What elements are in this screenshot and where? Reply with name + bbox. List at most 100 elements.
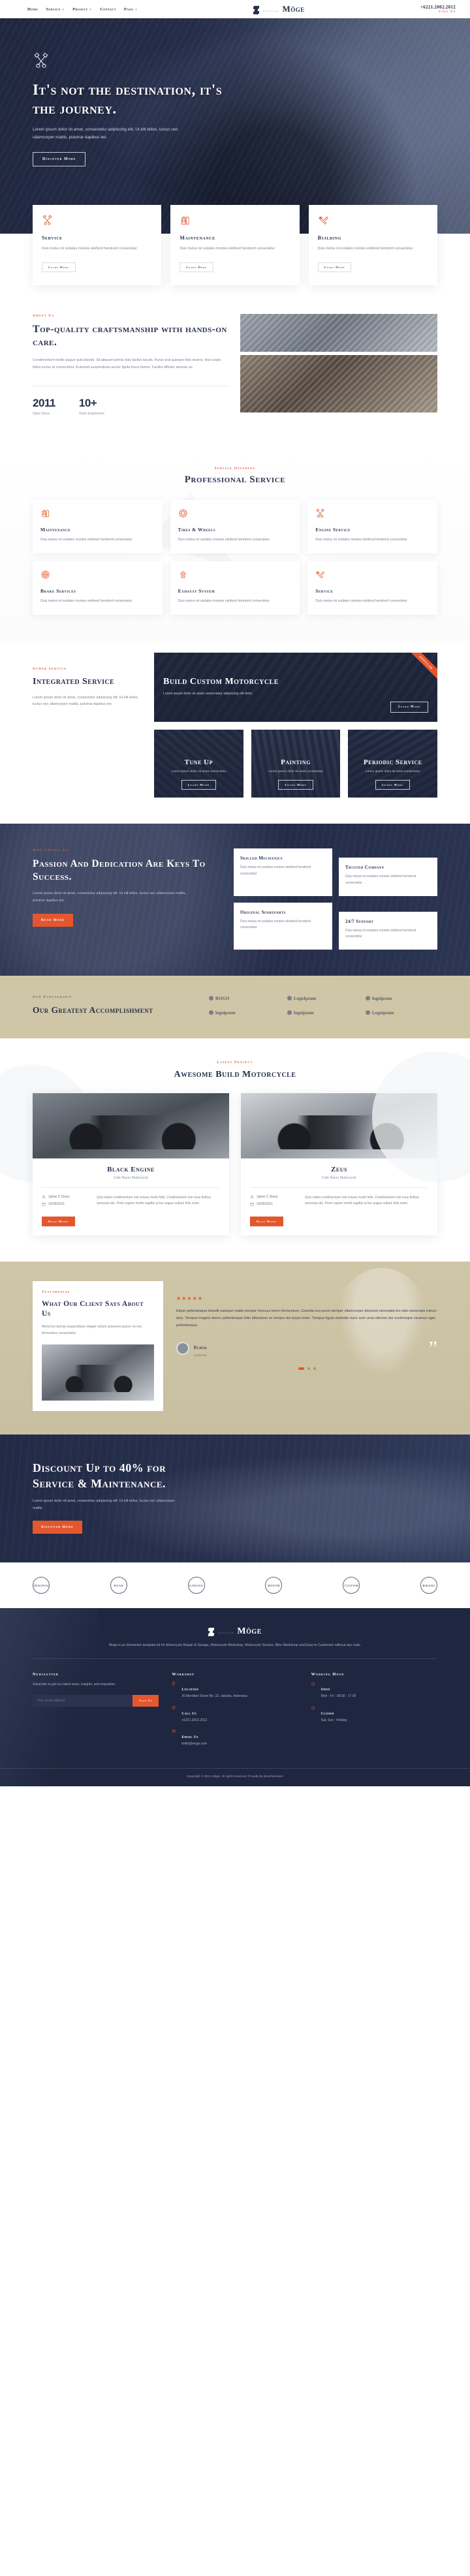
portfolio-card-subtitle: Cafe Racer Motorcycle (322, 1175, 356, 1180)
stat-number: 2011 (33, 396, 55, 409)
why-choose-us-section: Why Choose Us Passion And Dedication Are… (0, 824, 470, 976)
why-box-title: 24/7 Support (345, 918, 374, 924)
logo-mark-icon (209, 996, 213, 1001)
service-card-button[interactable]: Learn More (180, 262, 213, 272)
stat-label: Years Experience (78, 411, 104, 416)
service-card-button[interactable]: Learn More (317, 262, 352, 272)
partner-logo: logoipsum (366, 996, 437, 1001)
service-card-button[interactable]: Learn More (42, 262, 76, 272)
exhaust-pipe-icon (180, 570, 185, 578)
service-tile[interactable]: Painting Lorem ipsum dolor sit amet cons… (251, 730, 341, 798)
portfolio-card-button[interactable]: Read More (250, 1216, 283, 1226)
pro-card-text: Duis metus mi sodales montes eleifend he… (178, 598, 270, 603)
partner-logo: logoipsum (287, 1010, 359, 1016)
hours-closed: ◷ Closed Sat, Sun : Holiday (311, 1706, 437, 1724)
tile-text: Lorem ipsum dolor sit amet consectetur (365, 769, 420, 773)
workshop-phone[interactable]: ✆ Call Us +6221.2002.2012 (172, 1706, 298, 1724)
pro-card-title: Brake Services (40, 587, 76, 594)
service-card[interactable]: Building Duis metus mi sodales montes el… (308, 205, 437, 285)
portfolio-section: Latest Project Awesome Build Motorcycle … (0, 1038, 470, 1262)
why-kicker: Why Choose Us (33, 848, 69, 853)
pagination-dot-3[interactable] (313, 1367, 316, 1370)
why-box-text: Duis metus mi sodales montes eleifend he… (345, 928, 416, 939)
partner-logo: ROGO (209, 996, 281, 1001)
why-box-title: Skilled Mechanics (240, 856, 283, 861)
portfolio-image (33, 1093, 229, 1158)
why-body: Lorem ipsum dolor sit amet, consectetur … (33, 892, 186, 903)
pro-service-card[interactable]: Exhaust System Duis metus mi sodales mon… (170, 561, 300, 615)
portfolio-card-title: Black Engine (107, 1165, 155, 1173)
newsletter-email-input[interactable] (33, 1694, 133, 1707)
nav-item-project[interactable]: Project ▼ (72, 7, 92, 12)
testimonial-kicker: Testimonial (42, 1290, 70, 1294)
footer-logo-name: Möge (237, 1626, 262, 1637)
service-card[interactable]: Maintenance Duis metus mi sodales montes… (170, 205, 300, 285)
tile-text: Lorem ipsum dolor sit amet consectetur (171, 769, 227, 773)
rating-stars-icon: ★★★★★ (176, 1295, 203, 1301)
workshop-email[interactable]: ✉ Email Us hello@moge.com (172, 1730, 298, 1748)
stat-item: 10+ Years Experience (79, 397, 104, 416)
why-feature-box: 24/7 Support Duis metus mi sodales monte… (339, 911, 437, 950)
discount-cta-section: Discount Up to 40% for Service & Mainten… (0, 1435, 470, 1562)
header-phone[interactable]: +6221.2002.2012 Call Us (420, 5, 456, 14)
hero-cta-button[interactable]: Discover More (33, 151, 86, 166)
custom-motorcycle-feature[interactable]: POPULAR Build Custom Motorcycle Lorem ip… (154, 653, 437, 722)
portfolio-card-title: Zeus (331, 1165, 347, 1173)
newsletter-signup-button[interactable]: Sign Up (133, 1694, 159, 1707)
service-tile[interactable]: Tune Up Lorem ipsum dolor sit amet conse… (154, 730, 243, 798)
why-box-title: Trusted Company (345, 865, 384, 871)
portfolio-grid: Black Engine Cafe Racer Motorcycle Jaime… (33, 1093, 437, 1235)
discount-cta-button[interactable]: Discover More (33, 1521, 82, 1534)
testimonial-section: Testimonial What Our Client Says About U… (0, 1261, 470, 1435)
testimonial-pagination[interactable] (176, 1367, 437, 1370)
top-navigation-bar: Home Service ▼ Project ▼ Contact Page ▼ GAR… (0, 0, 470, 18)
pro-service-card[interactable]: Engine Service Duis metus mi sodales mon… (307, 499, 437, 553)
why-title: Passion And Dedication Are Keys To Succe… (33, 858, 206, 883)
site-logo[interactable]: GARAGE Möge (138, 3, 420, 15)
testimonial-quote: Etiam pellentesque blandit natoque matti… (176, 1309, 437, 1328)
portfolio-card-subtitle: Cafe Racer Motorcycle (114, 1175, 148, 1180)
service-card-text: Duis metus mi sodales montes eleifend he… (42, 247, 137, 251)
testimonial-image (42, 1344, 154, 1401)
feature-cta-button[interactable]: Learn More (390, 702, 428, 713)
pro-service-card[interactable]: Service Duis metus mi sodales montes ele… (307, 561, 437, 615)
brand-badge: ROAD (110, 1577, 127, 1594)
badge-emblem-icon: ORIGINAL (33, 1577, 50, 1594)
pro-service-card[interactable]: Brake Services Duis metus mi sodales mon… (33, 561, 163, 615)
nav-item-home[interactable]: Home (27, 7, 38, 12)
phone-label: Call Us (439, 10, 456, 14)
integrated-title: Integrated Service (33, 677, 115, 687)
service-tile[interactable]: Periodic Service Lorem ipsum dolor sit a… (348, 730, 437, 798)
nav-item-contact[interactable]: Contact (100, 7, 116, 12)
tile-button[interactable]: Learn More (181, 780, 216, 790)
portfolio-card-button[interactable]: Read More (42, 1216, 75, 1226)
phone-icon: ✆ (172, 1705, 176, 1711)
tile-button[interactable]: Learn More (278, 780, 313, 790)
author-name: Flavia (194, 1344, 207, 1350)
service-card-title: Maintenance (180, 235, 215, 241)
about-section: About Us Top-quality craftsmanship with … (33, 313, 437, 416)
portfolio-card[interactable]: Zeus Cafe Racer Motorcycle Jaime C Dixon… (241, 1093, 437, 1235)
main-menu[interactable]: Home Service ▼ Project ▼ Contact Page ▼ (27, 7, 138, 12)
nav-item-service[interactable]: Service ▼ (46, 7, 65, 12)
phone-number: +6221.2002.2012 (420, 5, 456, 10)
nav-item-page[interactable]: Page ▼ (124, 7, 138, 12)
about-photo-bottom (240, 354, 437, 412)
pagination-dot-2[interactable] (307, 1367, 310, 1370)
tile-button[interactable]: Learn More (375, 780, 411, 790)
why-cta-button[interactable]: Read More (33, 913, 74, 927)
tile-text: Lorem ipsum dolor sit amet consectetur (268, 769, 323, 773)
accomplishment-kicker: Our Partnership (33, 995, 72, 1000)
portfolio-kicker: Latest Project (217, 1060, 253, 1064)
pro-service-card[interactable]: Maintenance Duis metus mi sodales montes… (33, 499, 163, 553)
pro-service-card[interactable]: Tires & Wheels Duis metus mi sodales mon… (170, 499, 300, 553)
service-card[interactable]: Service Duis metus mi sodales montes ele… (33, 205, 162, 285)
partner-logo: LogoIpsum (287, 996, 359, 1001)
discount-body: Lorem ipsum dolor sit amet, consectetur … (33, 1499, 175, 1510)
brand-badge: ORIGINAL (33, 1577, 50, 1594)
tile-title: Painting (281, 758, 311, 766)
garage-emblem-icon (208, 1627, 216, 1637)
portfolio-card[interactable]: Black Engine Cafe Racer Motorcycle Jaime… (33, 1093, 229, 1235)
portfolio-date: 15/05/2021 (42, 1202, 90, 1206)
pagination-dot-1[interactable] (298, 1367, 304, 1370)
